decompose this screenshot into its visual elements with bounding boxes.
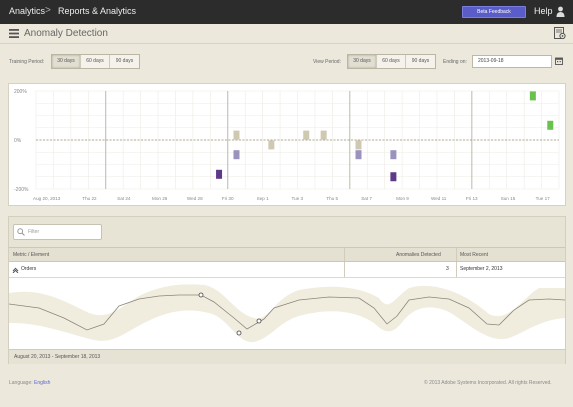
x-tick-label: Fri 13: [466, 196, 478, 201]
training-period-label: Training Period:: [9, 59, 45, 65]
column-header-metric[interactable]: Metric / Element: [13, 252, 49, 258]
x-tick-label: Aug 20, 2013: [33, 196, 61, 201]
language-label: Language:: [9, 380, 33, 386]
column-header-most-recent[interactable]: Most Recent: [460, 252, 488, 258]
calendar-icon[interactable]: [555, 57, 563, 65]
y-tick-label: -200%: [14, 187, 29, 193]
column-header-anomalies[interactable]: Anomalies Detected: [396, 252, 441, 258]
anomaly-marker: [236, 330, 242, 336]
training-period-option[interactable]: 90 days: [110, 55, 139, 68]
anomaly-mark: [303, 130, 310, 140]
view-period-label: View Period:: [313, 59, 341, 65]
anomaly-count: 3: [446, 266, 449, 272]
metric-trend-svg: [8, 284, 566, 343]
anomaly-chart: 200% 0% -200% Aug 20, 2013 Thu 22 Sat 24 Mon 2…: [8, 83, 566, 206]
x-tick-label: Mon 9: [396, 196, 409, 201]
x-tick-label: Sun 15: [501, 196, 516, 201]
user-icon[interactable]: [556, 6, 565, 17]
y-tick-label: 0%: [14, 138, 22, 144]
anomaly-mark: [320, 130, 327, 140]
view-period-option[interactable]: 60 days: [377, 55, 406, 68]
anomaly-mark: [390, 172, 397, 182]
anomaly-marker: [198, 292, 204, 298]
column-divider: [456, 248, 457, 261]
copyright-text: © 2013 Adobe Systems Incorporated. All r…: [424, 380, 552, 386]
filter-input[interactable]: Filter: [13, 224, 102, 240]
breadcrumb-separator: >: [45, 5, 51, 16]
table-header: Metric / Element Anomalies Detected Most…: [9, 247, 565, 262]
x-tick-label: Sat 7: [361, 196, 372, 201]
beta-feedback-button[interactable]: Beta Feedback: [462, 6, 526, 18]
x-tick-label: Mon 26: [152, 196, 168, 201]
view-period-option[interactable]: 30 days: [348, 55, 377, 68]
x-tick-label: Thu 22: [82, 196, 97, 201]
anomaly-mark: [355, 140, 362, 150]
hamburger-menu-icon[interactable]: [9, 29, 19, 38]
view-period-option[interactable]: 90 days: [406, 55, 435, 68]
top-bar: Analytics > Reports & Analytics Beta Fee…: [0, 0, 573, 24]
ending-date-input[interactable]: 2013-09-18: [472, 55, 552, 68]
language-link[interactable]: English: [34, 380, 50, 386]
ending-on-label: Ending on:: [443, 59, 467, 65]
x-tick-label: Fri 30: [222, 196, 234, 201]
most-recent-date: September 2, 2013: [460, 266, 503, 272]
search-icon: [17, 228, 25, 236]
x-tick-label: Wed 28: [187, 196, 203, 201]
column-divider: [344, 248, 345, 261]
anomaly-marker: [256, 318, 262, 324]
x-tick-label: Tue 3: [292, 196, 304, 201]
anomaly-mark: [268, 140, 275, 150]
expected-range-band: [9, 284, 565, 343]
anomaly-mark: [547, 120, 554, 130]
metric-trend-chart: [8, 278, 566, 349]
breadcrumb-reports-analytics[interactable]: Reports & Analytics: [58, 6, 136, 16]
expand-icon[interactable]: [12, 266, 19, 273]
anomaly-mark: [355, 150, 362, 160]
x-tick-label: Thu 5: [326, 196, 338, 201]
training-period-selector: 30 days 60 days 90 days: [51, 54, 140, 69]
metrics-table-panel: Filter Metric / Element Anomalies Detect…: [8, 216, 566, 364]
anomaly-mark: [233, 150, 240, 160]
anomaly-mark: [216, 169, 223, 179]
anomaly-chart-svg: 200% 0% -200% Aug 20, 2013 Thu 22 Sat 24 Mon 2…: [14, 89, 560, 201]
y-tick-label: 200%: [14, 89, 27, 95]
report-settings-icon[interactable]: [554, 27, 566, 40]
help-link[interactable]: Help: [534, 6, 553, 16]
column-divider: [344, 262, 345, 277]
view-period-selector: 30 days 60 days 90 days: [347, 54, 436, 69]
language-setting: Language: English: [9, 380, 50, 386]
breadcrumb-analytics[interactable]: Analytics: [9, 6, 45, 16]
anomaly-mark: [390, 150, 397, 160]
table-row[interactable]: Orders 3 September 2, 2013: [9, 262, 565, 278]
metric-name[interactable]: Orders: [21, 266, 36, 272]
training-period-option[interactable]: 30 days: [52, 55, 81, 68]
anomaly-mark: [233, 130, 240, 140]
x-tick-label: Tue 17: [536, 196, 551, 201]
page-title: Anomaly Detection: [24, 28, 108, 39]
x-tick-label: Wed 11: [431, 196, 447, 201]
column-divider: [456, 262, 457, 277]
anomaly-mark: [529, 91, 536, 101]
table-toolbar: Filter: [9, 217, 565, 247]
x-tick-label: Sat 24: [117, 196, 131, 201]
x-tick-label: Sep 1: [257, 196, 269, 201]
date-range-label: August 20, 2013 - September 18, 2013: [9, 349, 565, 364]
training-period-option[interactable]: 60 days: [81, 55, 110, 68]
title-bar: Anomaly Detection: [0, 24, 573, 44]
